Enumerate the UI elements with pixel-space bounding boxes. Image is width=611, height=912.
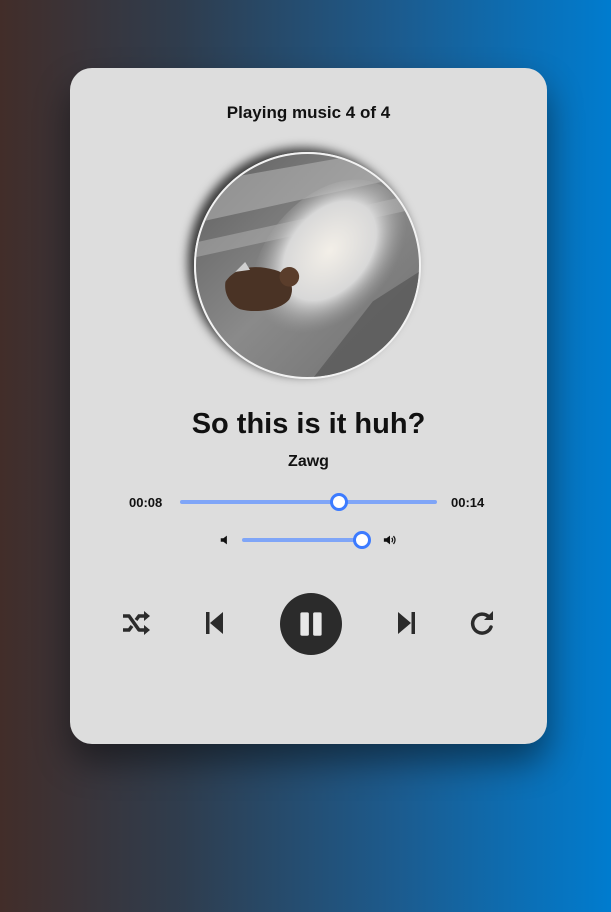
seek-thumb[interactable] [330, 493, 349, 511]
artist-name: Zawg [288, 453, 329, 470]
repeat-button[interactable] [463, 603, 503, 643]
shuffle-icon [123, 611, 150, 635]
song-title: So this is it huh? [191, 408, 426, 440]
now-playing-label: Playing music 4 of 4 [226, 103, 391, 122]
album-art [194, 152, 421, 379]
play-pause-button[interactable] [280, 593, 342, 655]
repeat-icon [470, 611, 493, 635]
skip-next-icon [398, 612, 415, 634]
total-time: 00:14 [451, 495, 485, 510]
volume-slider[interactable] [242, 531, 371, 549]
current-time: 00:08 [129, 495, 163, 510]
volume-low-icon[interactable] [219, 533, 233, 547]
volume-thumb[interactable] [353, 531, 371, 549]
volume-high-icon[interactable] [383, 533, 397, 547]
previous-button[interactable] [195, 603, 235, 643]
next-button[interactable] [386, 603, 426, 643]
pause-icon [300, 612, 322, 636]
shuffle-button[interactable] [116, 603, 156, 643]
seek-slider[interactable] [180, 493, 437, 511]
skip-previous-icon [206, 612, 223, 634]
player-card: Playing music 4 of 4 So this is it huh? … [70, 68, 547, 744]
